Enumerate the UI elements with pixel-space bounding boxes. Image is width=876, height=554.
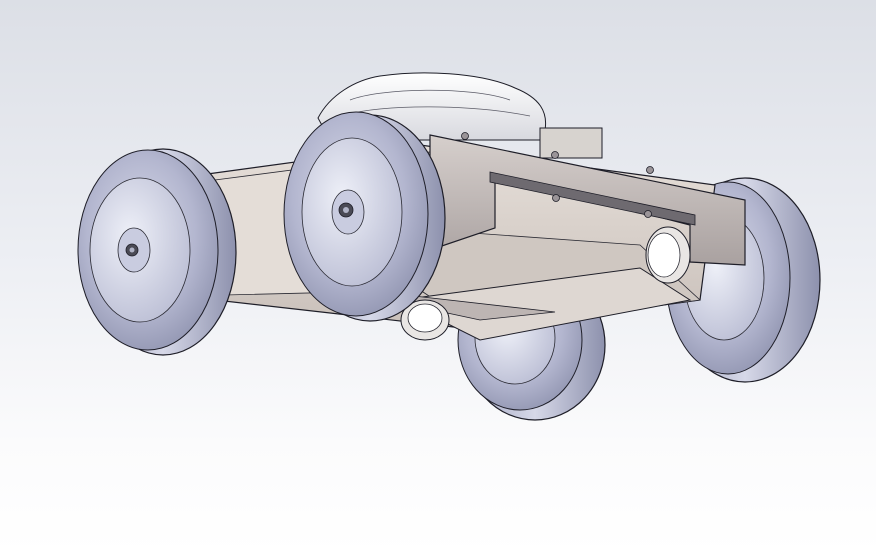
robot-chassis-model[interactable]	[0, 0, 876, 554]
wheel-front-left[interactable]	[77, 148, 237, 356]
wheel-front-right[interactable]	[283, 111, 446, 322]
cad-viewport[interactable]	[0, 0, 876, 554]
